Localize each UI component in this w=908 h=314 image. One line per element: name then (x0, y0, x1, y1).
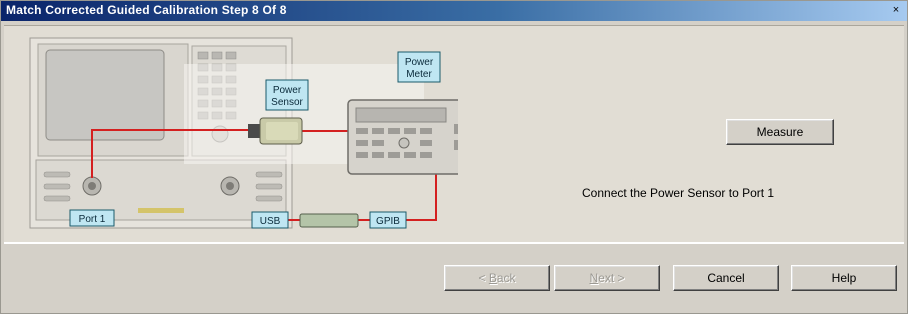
back-prefix: < (478, 271, 489, 285)
power-sensor-label-line2: Sensor (271, 97, 303, 108)
usb-label: USB (251, 211, 289, 229)
svg-text:Port 1: Port 1 (79, 214, 106, 225)
connection-diagram: Power Sensor Power Meter Port 1 USB GPIB (29, 37, 458, 229)
port-1-label: Port 1 (69, 209, 115, 227)
power-meter-image (347, 99, 458, 175)
power-meter-label-line2: Meter (406, 69, 432, 80)
back-mnemonic: B (488, 271, 497, 285)
power-sensor-label: Power Sensor (265, 79, 309, 111)
help-button[interactable]: Help (791, 265, 897, 291)
title-bar[interactable]: Match Corrected Guided Calibration Step … (1, 1, 907, 21)
window-title: Match Corrected Guided Calibration Step … (6, 3, 287, 17)
power-meter-label-line1: Power (405, 57, 434, 68)
gpib-label: GPIB (369, 211, 407, 229)
svg-text:GPIB: GPIB (376, 216, 400, 227)
next-mnemonic: N (589, 271, 599, 285)
next-rest: ext > (598, 271, 625, 285)
power-sensor-label-line1: Power (273, 85, 302, 96)
instruction-text: Connect the Power Sensor to Port 1 (582, 186, 775, 200)
cancel-button[interactable]: Cancel (673, 265, 779, 291)
back-button[interactable]: < Back (444, 265, 550, 291)
back-rest: ack (496, 271, 516, 285)
svg-text:USB: USB (260, 216, 281, 227)
next-button[interactable]: Next > (554, 265, 660, 291)
power-meter-label: Power Meter (397, 51, 441, 83)
footer-separator (4, 243, 904, 244)
measure-button[interactable]: Measure (726, 119, 834, 145)
calibration-dialog: Match Corrected Guided Calibration Step … (0, 0, 908, 314)
close-icon[interactable]: × (889, 4, 903, 17)
usb-gpib-adapter-image (299, 213, 359, 228)
content-panel: Power Sensor Power Meter Port 1 USB GPIB… (4, 25, 904, 243)
